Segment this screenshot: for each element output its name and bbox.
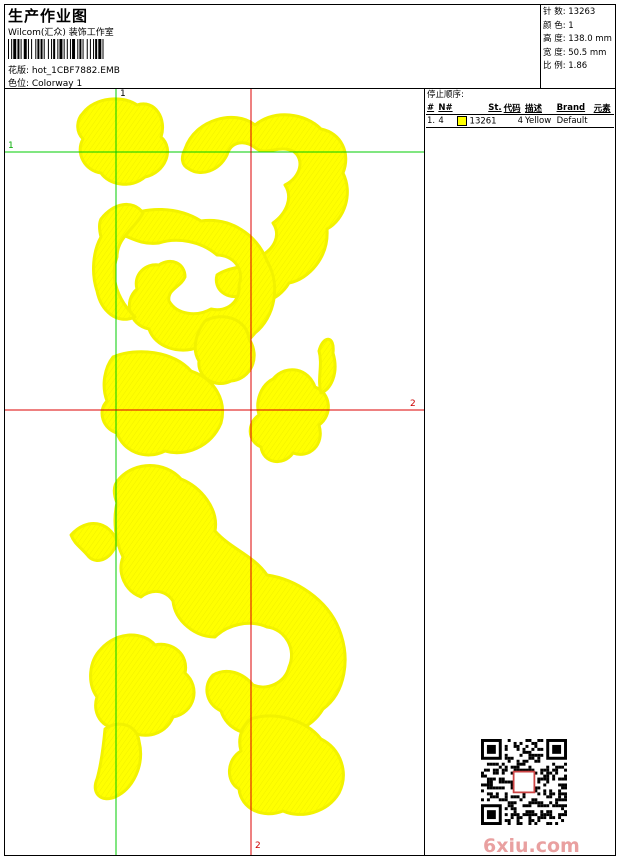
colorway-label: 色位: Colorway 1 — [8, 79, 83, 89]
row-brand: Default — [556, 116, 588, 126]
guide-label-v2: 2 — [255, 841, 261, 851]
worksheet-frame: 生产作业图 Wilcom(汇众) 装饰工作室 花版: hot_1CBF7882.… — [4, 4, 616, 857]
header: 生产作业图 Wilcom(汇众) 装饰工作室 花版: hot_1CBF7882.… — [5, 5, 541, 89]
stats-panel: 针 数: 13263 颜 色: 1 高 度: 138.0 mm 宽 度: 50.… — [541, 5, 615, 89]
col-code: 代码 — [503, 104, 521, 114]
stop-sequence-panel: 停止顺序: # N# St. 代码 描述 Brand 元素 1. 4 13261… — [425, 89, 615, 128]
row-code: 13261 — [469, 116, 497, 127]
page-title: 生产作业图 — [8, 7, 89, 25]
color-count: 颜 色: 1 — [543, 20, 574, 31]
pattern-filename: 花版: hot_1CBF7882.EMB — [8, 66, 120, 76]
guide-label-v1: 1 — [120, 89, 126, 99]
table-header-row: # N# St. 代码 描述 Brand 元素 — [426, 102, 614, 115]
guide-label-h1: 1 — [8, 141, 14, 151]
embroidery-design — [5, 89, 424, 855]
table-row: 1. 4 13261 4 Yellow Default — [426, 115, 614, 128]
row-stitches: 4 — [517, 116, 523, 126]
col-needle: N# — [438, 103, 453, 113]
row-code-cell: 13261 — [456, 115, 503, 128]
row-num: 1. — [427, 116, 436, 126]
stop-sequence-title: 停止顺序: — [427, 90, 464, 100]
color-swatch — [456, 115, 467, 126]
design-width: 宽 度: 50.5 mm — [543, 47, 607, 58]
qr-code — [481, 739, 567, 825]
dragon-motif — [69, 97, 349, 816]
design-preview: 1 1 2 2 — [5, 89, 425, 855]
col-stitches: St. — [488, 103, 502, 113]
col-element: 元素 — [593, 104, 611, 114]
stitch-count: 针 数: 13263 — [543, 7, 596, 17]
barcode — [8, 39, 104, 59]
row-element — [593, 115, 614, 128]
guide-label-h2: 2 — [410, 399, 416, 409]
row-needle: 4 — [438, 116, 444, 126]
col-desc: 描述 — [524, 104, 542, 114]
design-height: 高 度: 138.0 mm — [543, 34, 612, 44]
row-desc: Yellow — [524, 116, 552, 126]
scale-ratio: 比 例: 1.86 — [543, 61, 588, 71]
watermark: 6xiu.com — [483, 835, 580, 857]
col-num: # — [427, 103, 435, 113]
stop-sequence-table: # N# St. 代码 描述 Brand 元素 1. 4 13261 4 Yel… — [426, 102, 614, 128]
col-brand: Brand — [556, 103, 586, 113]
company-name: Wilcom(汇众) 装饰工作室 — [8, 28, 114, 38]
